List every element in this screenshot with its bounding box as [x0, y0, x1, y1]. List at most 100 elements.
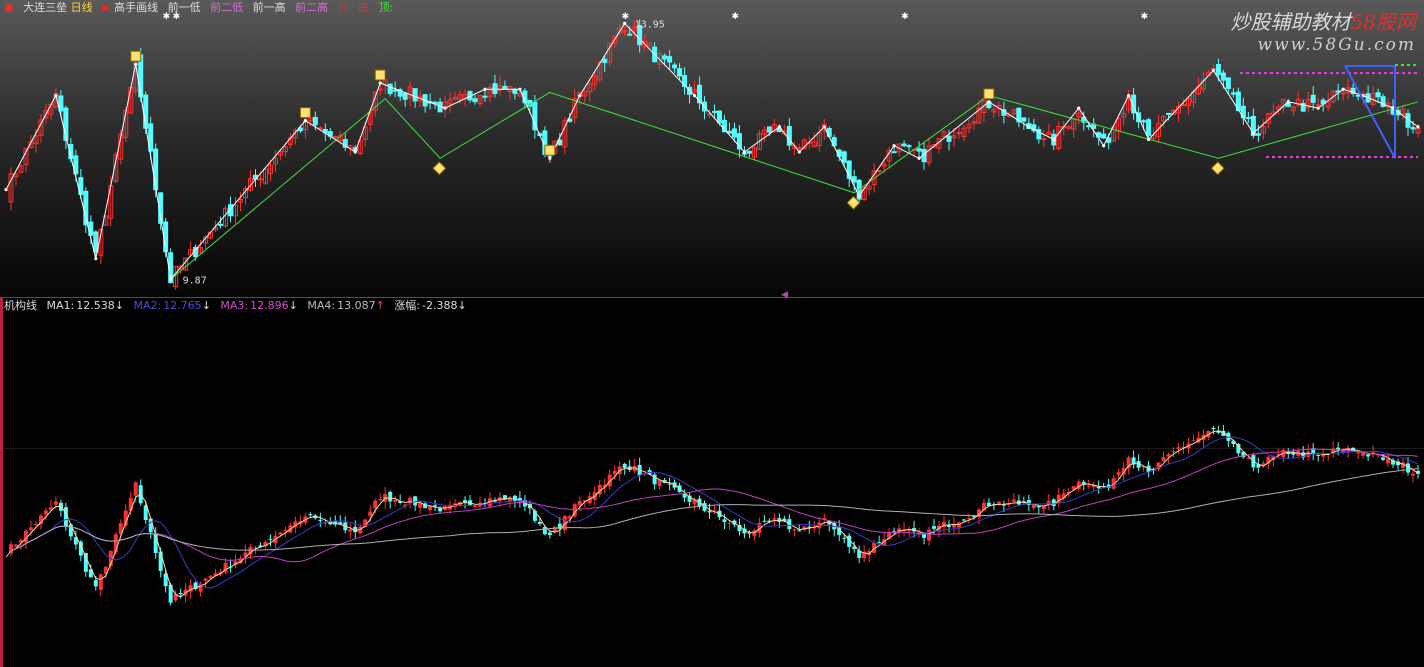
indicator-candle: [348, 529, 353, 532]
ma3-value: 12.896: [250, 299, 289, 312]
zigzag-pivot: [54, 93, 58, 98]
indicator-candle: [577, 501, 582, 506]
price-candle: [667, 56, 673, 63]
period-label[interactable]: 日线: [71, 1, 93, 14]
price-candle: [1340, 92, 1346, 95]
indicator-candle: [98, 574, 103, 590]
zigzag-pivot: [303, 119, 307, 123]
indicator-candle: [1316, 454, 1321, 456]
price-candle: [1166, 112, 1172, 115]
price-candle: [731, 128, 737, 138]
blue-drawing: [1344, 65, 1396, 159]
indicator-candle: [622, 463, 627, 468]
indicator-candle: [473, 505, 478, 507]
price-candle: [1215, 64, 1221, 76]
zigzag-pivot: [353, 150, 357, 154]
price-candle: [956, 132, 962, 135]
price-candle: [627, 33, 633, 36]
indicator-candle: [438, 508, 443, 512]
zigzag-pivot: [1341, 87, 1345, 91]
bottom-signal-icon: [432, 161, 447, 176]
bottom-label: 底: [358, 1, 370, 14]
watermark-line1: 炒股辅助教材: [1230, 10, 1351, 34]
low-annotation: 9.87: [183, 275, 207, 286]
indicator-candle: [203, 578, 208, 581]
zigzag-pivot: [4, 188, 8, 192]
top-label: 顶:: [378, 1, 394, 14]
price-candle: [1021, 117, 1027, 122]
ma2-label: MA2:: [133, 299, 162, 312]
indicator-candle: [418, 502, 423, 508]
indicator-candle: [707, 510, 712, 513]
scroll-marker-icon[interactable]: ◀: [781, 290, 788, 300]
top-signal-icon: [544, 144, 556, 156]
zigzag-pivot: [692, 93, 697, 98]
price-candle: [677, 68, 683, 77]
price-candle: [218, 223, 224, 226]
price-candle: [153, 148, 159, 191]
price-candle: [1220, 72, 1226, 81]
watermark-brand: 58股网: [1350, 10, 1416, 34]
indicator-candle: [961, 519, 966, 521]
indicator-candle: [1336, 447, 1341, 450]
star-marker-icon: ✱: [731, 12, 739, 22]
zigzag-pivot: [857, 194, 861, 198]
indicator-candle: [128, 498, 133, 511]
trend-line: [170, 91, 1419, 280]
ma1-line: [5, 430, 1419, 598]
menu-dot-icon[interactable]: ●: [4, 1, 14, 14]
price-candle: [1230, 92, 1236, 95]
ma1-value: 12.538: [76, 299, 115, 312]
indicator-candle: [93, 580, 98, 587]
price-candle: [716, 110, 722, 124]
indicator-name-bottom[interactable]: 机构线: [4, 299, 37, 312]
indicator-candle: [393, 499, 398, 502]
zigzag-pivot: [822, 125, 826, 129]
indicator-candle: [373, 500, 378, 509]
price-candle: [901, 143, 907, 147]
star-marker-icon: ✱: [1141, 12, 1149, 22]
top-signal-icon: [374, 69, 386, 81]
zigzag-pivot: [742, 150, 747, 154]
indicator-candle: [178, 593, 183, 595]
top-header: ● 大连三垒 日线 ▶ 高手画线 前一低 前二低 前一高 前二高 比 底 顶:: [4, 1, 399, 14]
indicator-candle: [667, 483, 672, 485]
prev-low-label: 前一低: [167, 1, 201, 14]
ma2-arrow-icon: ↓: [201, 299, 211, 312]
indicator-candle: [1031, 504, 1036, 509]
indicator-candle: [777, 518, 782, 522]
indicator-candle: [378, 499, 383, 501]
price-candle: [312, 116, 318, 126]
top-signal-icon: [130, 50, 142, 62]
price-candle: [1310, 94, 1316, 103]
price-candle: [1225, 77, 1231, 90]
indicator-candle: [966, 518, 971, 520]
ma4-label: MA4:: [307, 299, 336, 312]
chart-canvas[interactable]: 13.959.87✱ ✱ ✱ ✱ ✱ ✱: [0, 0, 1424, 667]
zigzag-pivot: [1286, 100, 1290, 104]
zigzag-pivot: [892, 144, 896, 148]
prev-high-label: 前一高: [252, 1, 286, 14]
price-candle: [602, 58, 608, 63]
zigzag-pivot: [378, 81, 382, 85]
ma4-line: [5, 468, 1419, 558]
ratio-label: 比: [337, 1, 349, 14]
prev-high2-label: 前二高: [295, 1, 329, 14]
indicator-candle: [413, 496, 418, 506]
price-candle: [1180, 104, 1186, 107]
indicator-name[interactable]: 大连三垒: [23, 1, 67, 14]
indicator-candle: [1321, 454, 1326, 457]
indicator-candle: [1036, 506, 1041, 508]
zigzag-pivot: [1052, 137, 1056, 142]
price-candle: [826, 128, 832, 137]
price-candle: [93, 231, 99, 253]
prev-low2-label: 前二低: [210, 1, 244, 14]
indicator-candle: [1161, 457, 1166, 462]
indicator-candle: [797, 530, 802, 532]
ma4-arrow-icon: ↑: [375, 299, 385, 312]
zigzag-pivot: [548, 156, 552, 160]
zigzag-pivot: [1102, 144, 1106, 148]
price-candle: [387, 83, 393, 94]
zigzag-pivot: [1316, 106, 1320, 110]
indicator-candle: [612, 470, 617, 475]
